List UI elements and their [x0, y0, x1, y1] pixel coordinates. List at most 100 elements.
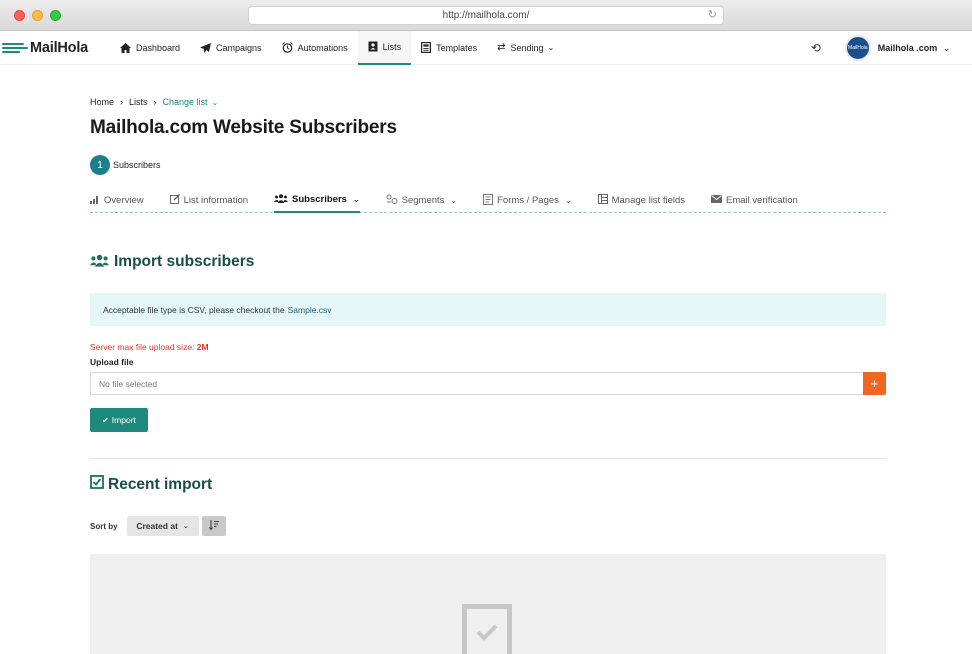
add-file-button[interactable]: +: [863, 372, 886, 395]
tab-segments[interactable]: Segments ⌄: [386, 187, 457, 213]
tab-label: Email verification: [726, 194, 798, 206]
nav-item-templates[interactable]: Templates: [411, 31, 487, 65]
sort-value: Created at: [136, 521, 178, 531]
reload-icon[interactable]: ↻: [708, 7, 717, 24]
chevron-down-icon: ⌄: [547, 43, 555, 52]
tab-label: Segments: [401, 194, 445, 206]
window-controls: [14, 10, 61, 21]
paper-plane-icon: [200, 42, 212, 53]
chevron-down-icon: ⌄: [450, 195, 458, 205]
sort-label: Sort by: [90, 521, 118, 531]
tab-overview[interactable]: Overview: [90, 187, 144, 213]
nav-item-automations[interactable]: Automations: [272, 31, 358, 65]
import-section-title: Import subscribers: [90, 253, 886, 271]
chevron-down-icon: ⌄: [564, 195, 572, 205]
segments-icon: [386, 194, 398, 206]
subscriber-count: 1 Subscribers: [90, 155, 886, 175]
chevron-down-icon: ⌄: [182, 523, 189, 530]
section-title-text: Import subscribers: [114, 253, 255, 270]
max-size-value: 2M: [196, 342, 209, 352]
tab-email-verification[interactable]: Email verification: [711, 187, 798, 213]
tab-list-information[interactable]: List information: [169, 187, 249, 213]
alert-text: Acceptable file type is CSV, please chec…: [103, 304, 285, 315]
page-title: Mailhola.com Website Subscribers: [90, 117, 397, 138]
nav-item-lists[interactable]: Lists: [357, 30, 412, 65]
nav-item-campaigns[interactable]: Campaigns: [190, 31, 272, 65]
avatar[interactable]: MailHola: [844, 35, 871, 61]
sort-descending-icon: [208, 519, 219, 533]
chevron-down-icon: ⌄: [943, 44, 950, 53]
recent-import-title: Recent import: [90, 475, 886, 494]
import-button-label: Import: [111, 415, 136, 425]
sort-controls: Sort by Created at ⌄: [90, 516, 886, 536]
nav-item-sending[interactable]: ⇄ Sending ⌄: [487, 31, 564, 65]
user-name: Mailhola .com: [877, 43, 938, 53]
tab-forms-pages[interactable]: Forms / Pages ⌄: [483, 187, 572, 213]
address-book-icon: [368, 41, 378, 52]
tab-manage-list-fields[interactable]: Manage list fields: [597, 187, 685, 213]
bar-chart-icon: [90, 195, 100, 206]
form-icon: [483, 193, 494, 207]
nav-item-label: Campaigns: [216, 42, 262, 53]
address-bar[interactable]: http://mailhola.com/ ↻: [248, 6, 724, 25]
maximize-window-button[interactable]: [50, 10, 61, 21]
count-label: Subscribers: [113, 160, 161, 170]
home-icon: [120, 42, 131, 53]
section-divider: [90, 458, 886, 459]
breadcrumb-home[interactable]: Home: [90, 97, 114, 107]
list-tabs: Overview List information Subscribers ⌄ …: [90, 187, 886, 213]
tab-label: Subscribers: [292, 193, 347, 205]
breadcrumb-separator: ›: [153, 97, 157, 107]
upload-file-label: Upload file: [90, 357, 134, 367]
logo-mark-icon: [2, 41, 28, 55]
nav-item-label: Sending: [510, 42, 544, 53]
checkbox-icon: [90, 475, 104, 494]
browser-chrome: http://mailhola.com/ ↻: [0, 0, 972, 31]
edit-icon: [169, 194, 180, 206]
main-nav: Dashboard Campaigns Automations Lists Te…: [110, 30, 564, 65]
sort-direction-button[interactable]: [201, 516, 226, 536]
nav-item-label: Dashboard: [136, 42, 181, 53]
max-upload-size: Server max file upload size: 2M: [90, 342, 886, 352]
tab-subscribers[interactable]: Subscribers ⌄: [274, 187, 360, 213]
top-navigation: MailHola Dashboard Campaigns Automations…: [0, 30, 972, 65]
import-button[interactable]: ✔ Import: [90, 408, 148, 432]
tab-label: Forms / Pages: [497, 194, 559, 206]
fields-icon: [597, 194, 608, 206]
breadcrumb-lists[interactable]: Lists: [129, 97, 148, 107]
nav-item-label: Lists: [382, 41, 402, 52]
envelope-icon: [711, 195, 723, 205]
app-name: MailHola: [30, 39, 89, 56]
change-list-dropdown[interactable]: Change list: [163, 97, 208, 107]
tab-label: Overview: [104, 194, 144, 206]
chevron-down-icon: ⌄: [211, 97, 219, 107]
user-area: ⟲ MailHola Mailhola .com ⌄: [811, 31, 950, 65]
sample-csv-link[interactable]: Sample.csv: [288, 305, 332, 315]
users-icon: [90, 254, 109, 270]
breadcrumb: Home › Lists › Change list ⌄: [90, 97, 886, 107]
chevron-down-icon: ⌄: [352, 194, 360, 204]
template-icon: [421, 42, 432, 53]
users-icon: [274, 193, 289, 205]
file-upload-field: No file selected +: [90, 372, 886, 395]
sort-field-select[interactable]: Created at ⌄: [126, 516, 199, 536]
app-logo[interactable]: MailHola: [2, 40, 102, 56]
check-icon: ✔: [102, 415, 109, 425]
count-badge: 1: [90, 155, 110, 175]
avatar-text: MailHola: [848, 45, 868, 51]
exchange-icon: ⇄: [497, 42, 506, 53]
empty-checkbox-icon: [462, 604, 512, 654]
breadcrumb-separator: ›: [120, 97, 124, 107]
close-window-button[interactable]: [14, 10, 25, 21]
file-input[interactable]: No file selected: [90, 372, 863, 395]
history-icon[interactable]: ⟲: [811, 41, 821, 55]
alarm-clock-icon: [281, 42, 293, 53]
nav-item-label: Automations: [297, 42, 348, 53]
user-menu[interactable]: Mailhola .com ⌄: [878, 43, 950, 53]
minimize-window-button[interactable]: [32, 10, 43, 21]
tab-label: List information: [183, 194, 249, 206]
nav-item-dashboard[interactable]: Dashboard: [110, 31, 190, 65]
file-type-alert: Acceptable file type is CSV, please chec…: [90, 293, 886, 326]
nav-item-label: Templates: [436, 42, 478, 53]
recent-import-empty-state: [90, 554, 886, 654]
